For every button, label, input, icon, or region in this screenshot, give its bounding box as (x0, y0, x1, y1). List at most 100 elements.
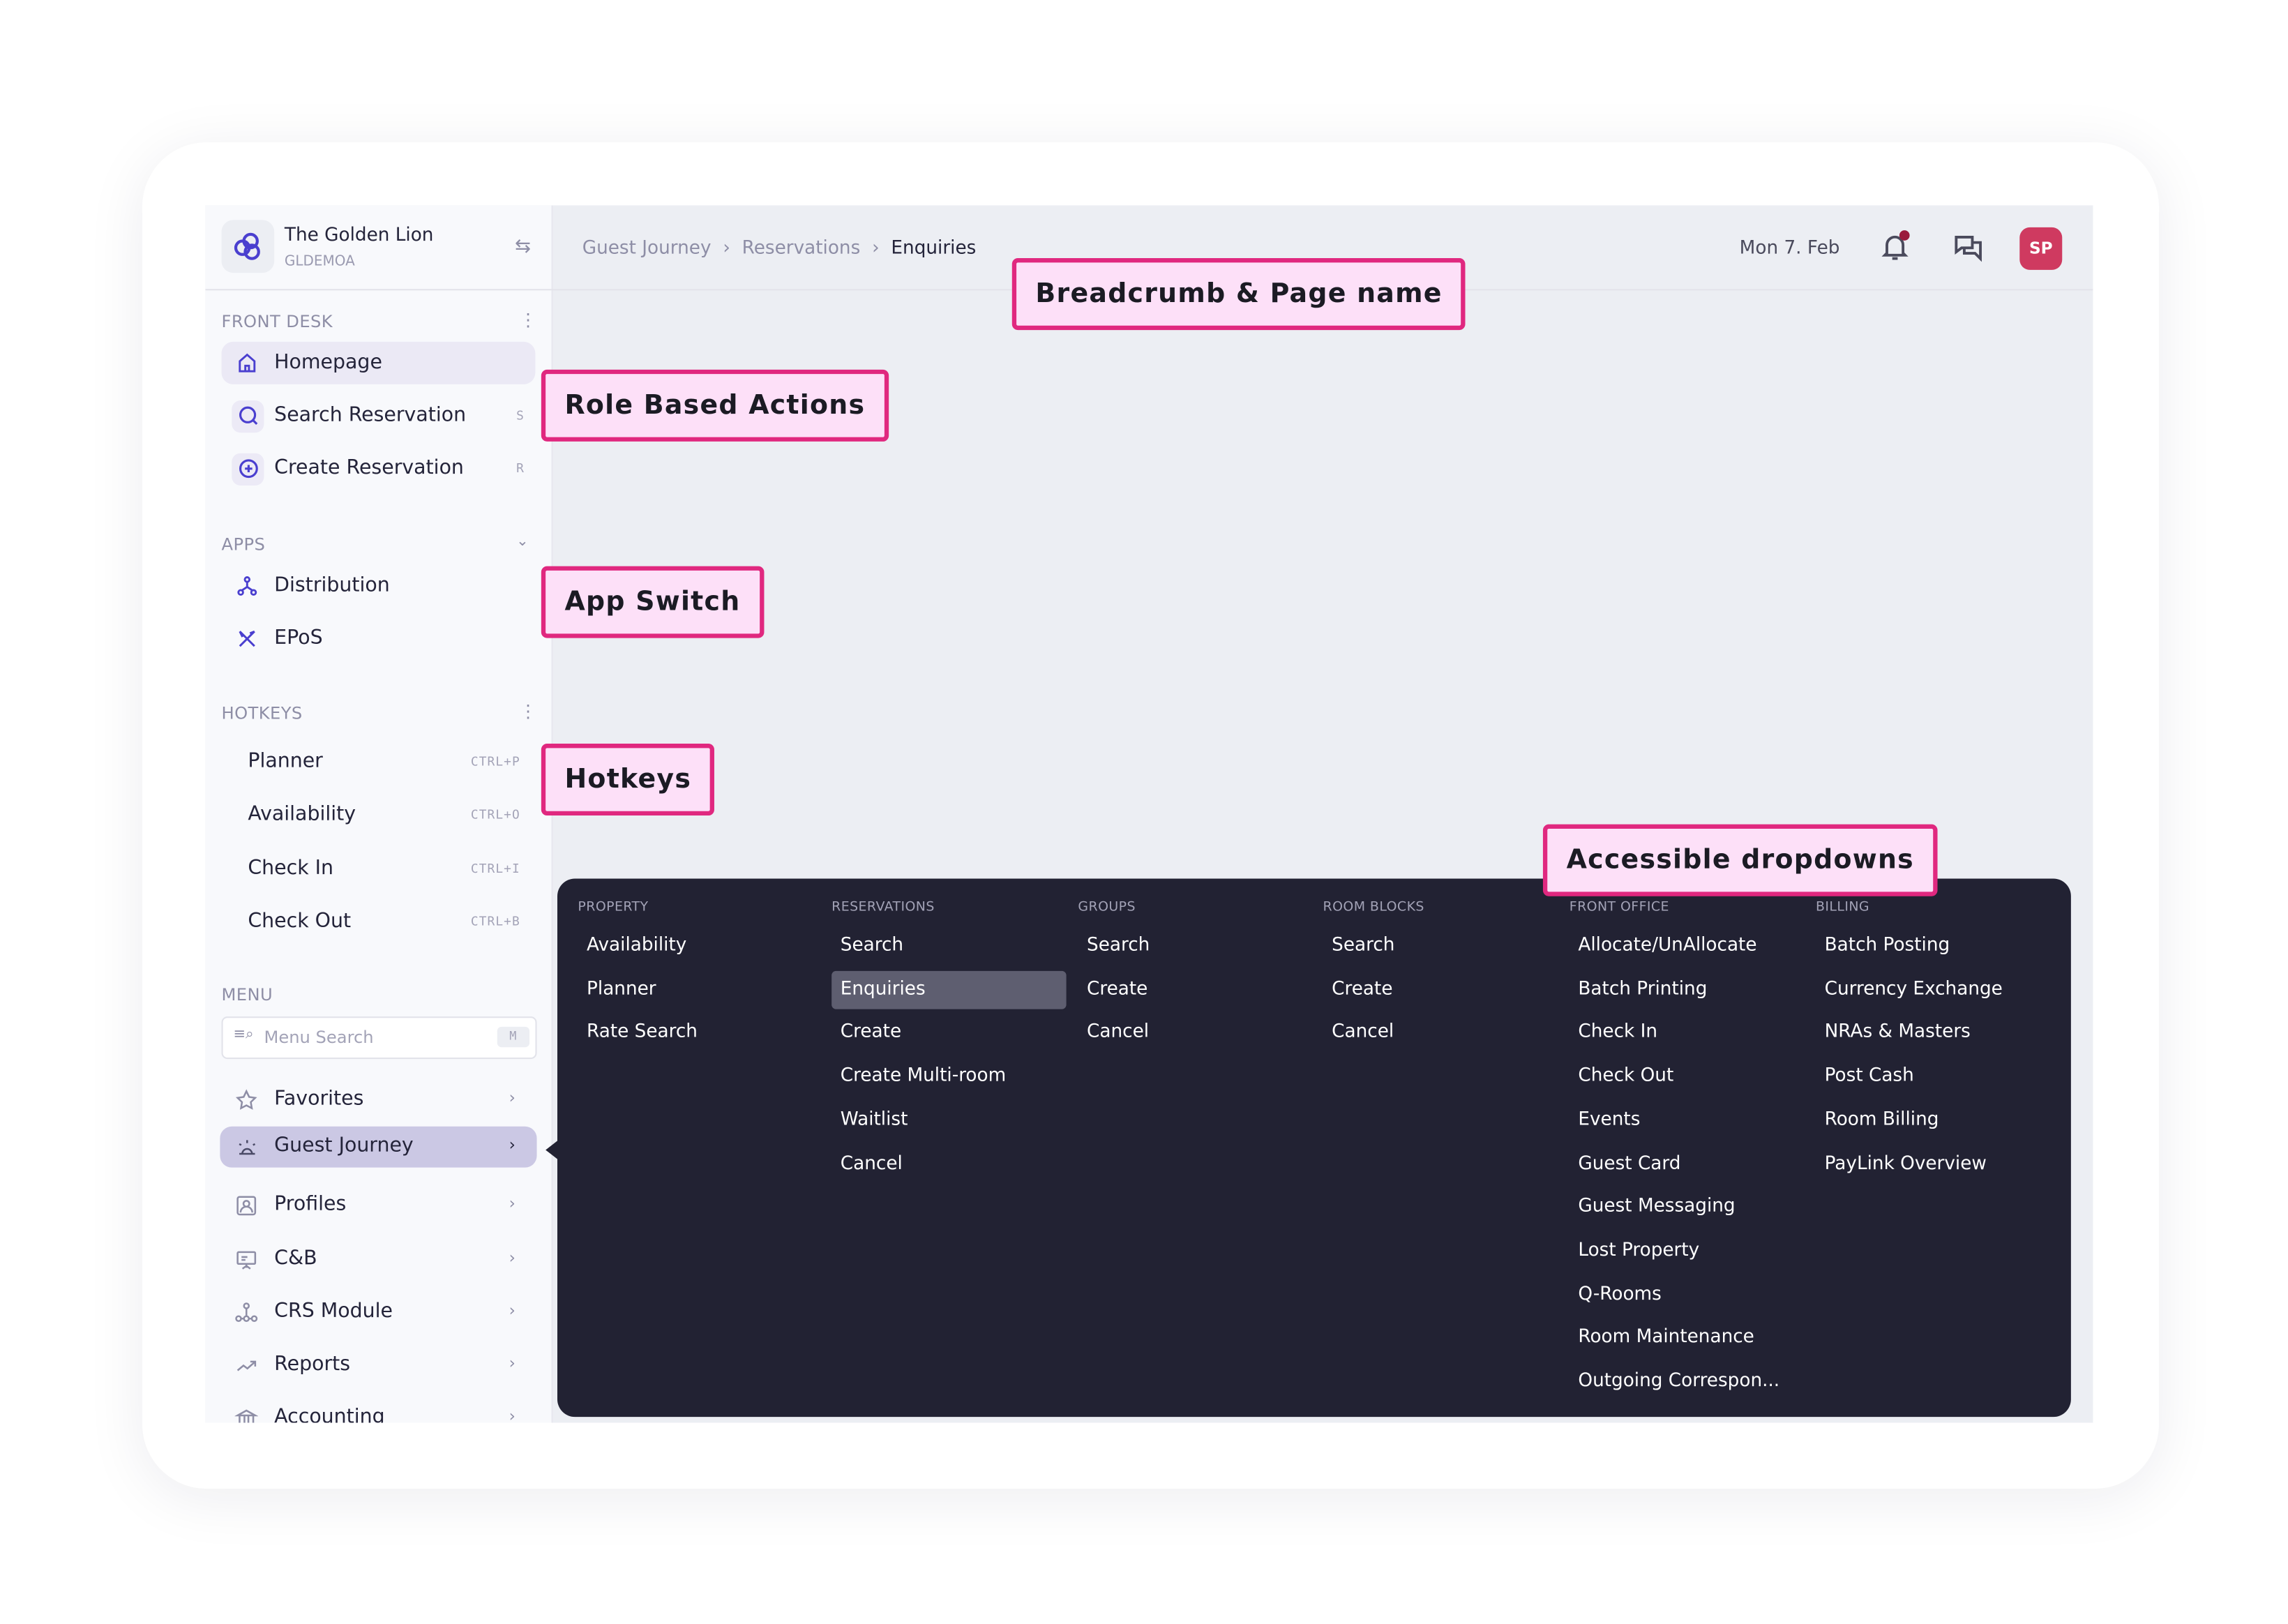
dropdown-item[interactable]: Waitlist (831, 1102, 1066, 1140)
dropdown-item[interactable]: Post Cash (1816, 1058, 2050, 1096)
chevron-right-icon: › (509, 1194, 515, 1213)
annotation-role-actions: Role Based Actions (541, 369, 889, 442)
menu-item-accounting[interactable]: Accounting › (220, 1398, 536, 1423)
dropdown-item[interactable]: Planner (578, 970, 812, 1009)
dropdown-item[interactable]: Availability (578, 927, 812, 965)
dropdown-item[interactable]: NRAs & Masters (1816, 1014, 2050, 1053)
chevron-down-icon[interactable]: ⌄ (516, 534, 529, 550)
section-title: MENU (221, 984, 273, 1005)
dropdown-item[interactable]: Room Billing (1816, 1102, 2050, 1140)
dropdown-item[interactable]: Search (831, 927, 1066, 965)
breadcrumb-separator: › (723, 236, 730, 259)
hotkey-shortcut: CTRL+B (470, 915, 520, 930)
dropdown-item-label: Outgoing Correspon... (1578, 1368, 1780, 1391)
sidebar-app-epos[interactable]: EPoS (221, 617, 535, 660)
menu-item-label: Favorites (274, 1087, 364, 1111)
dropdown-item[interactable]: Rate Search (578, 1014, 812, 1053)
sidebar-item-search-reservation[interactable]: Search Reservation S (221, 395, 535, 437)
hotkey-check-in[interactable]: Check In CTRL+I (221, 853, 535, 885)
dropdown-item-label: Check In (1578, 1020, 1658, 1042)
dropdown-item-label: Create Multi-room (840, 1063, 1007, 1086)
dropdown-item[interactable]: Check In (1570, 1014, 1804, 1053)
dropdown-item[interactable]: Currency Exchange (1816, 970, 2050, 1009)
sidebar-item-create-reservation[interactable]: Create Reservation R (221, 447, 535, 490)
sunrise-icon (232, 1132, 261, 1161)
dropdown-item[interactable]: Cancel (831, 1145, 1066, 1183)
dropdown-item-label: Batch Posting (1824, 933, 1950, 955)
dropdown-item[interactable]: Lost Property (1570, 1232, 1804, 1270)
more-options-icon[interactable]: ⋮ (519, 701, 536, 721)
dropdown-item[interactable]: Create Multi-room (831, 1058, 1066, 1096)
breadcrumb-item[interactable]: Reservations (742, 236, 861, 259)
profile-icon (232, 1191, 261, 1220)
annotation-hotkeys: Hotkeys (541, 744, 715, 816)
dropdown-item[interactable]: Batch Posting (1816, 927, 2050, 965)
menu-item-crs-module[interactable]: CRS Module › (220, 1292, 536, 1333)
menu-item-label: CRS Module (274, 1299, 393, 1323)
dropdown-item-label: Search (1087, 933, 1150, 955)
dropdown-item-label: Cancel (1087, 1020, 1150, 1042)
annotation-dropdowns: Accessible dropdowns (1542, 824, 1938, 896)
dropdown-item[interactable]: Events (1570, 1102, 1804, 1140)
dropdown-item[interactable]: Enquiries (831, 970, 1067, 1009)
dropdown-item[interactable]: Create (831, 1014, 1066, 1053)
more-options-icon[interactable]: ⋮ (519, 310, 536, 330)
star-icon (232, 1085, 261, 1115)
dropdown-item-label: Create (1332, 976, 1393, 999)
bell-icon[interactable] (1879, 230, 1911, 269)
guest-journey-dropdown: PROPERTY Availability Planner Rate Search RE… (557, 878, 2071, 1418)
avatar[interactable]: SP (2019, 227, 2063, 270)
plus-circle-icon (232, 452, 264, 485)
dropdown-item[interactable]: PayLink Overview (1816, 1145, 2050, 1183)
sidebar-item-homepage[interactable]: Homepage (221, 341, 536, 384)
dropdown-item[interactable]: Q-Rooms (1570, 1275, 1804, 1314)
breadcrumb-item[interactable]: Guest Journey (582, 236, 712, 259)
switch-property-icon[interactable]: ⇆ (515, 236, 531, 259)
dropdown-item[interactable]: Search (1323, 927, 1558, 965)
app-window: The Golden Lion GLDEMOA ⇆ FRONT DESK ⋮ Ho… (205, 205, 2093, 1423)
dropdown-column-title: GROUPS (1078, 900, 1136, 916)
hotkey-availability[interactable]: Availability CTRL+O (221, 800, 535, 832)
sidebar-app-distribution[interactable]: Distribution (221, 565, 535, 608)
dropdown-item-label: Planner (587, 976, 656, 999)
dropdown-item[interactable]: Allocate/UnAllocate (1570, 927, 1804, 965)
dropdown-item-label: Guest Card (1578, 1150, 1681, 1173)
menu-search-icon: ≡⌕ (233, 1026, 254, 1043)
dropdown-item[interactable]: Cancel (1078, 1014, 1312, 1053)
breadcrumb-separator: › (872, 236, 880, 259)
dropdown-item[interactable]: Create (1078, 970, 1312, 1009)
menu-item-c-b[interactable]: C&B › (220, 1240, 536, 1281)
dropdown-item[interactable]: Check Out (1570, 1058, 1804, 1096)
chevron-right-icon: › (509, 1406, 515, 1423)
dropdown-item-label: Availability (587, 933, 687, 955)
shortcut-hint: R (516, 462, 525, 477)
menu-item-favorites[interactable]: Favorites › (220, 1080, 536, 1121)
chat-icon[interactable] (1952, 232, 1985, 270)
dropdown-item[interactable]: Search (1078, 927, 1312, 965)
dropdown-item[interactable]: Outgoing Correspon... (1570, 1362, 1804, 1401)
dropdown-item[interactable]: Cancel (1323, 1014, 1558, 1053)
hotkey-label: Availability (248, 802, 356, 827)
dropdown-item-label: Room Billing (1824, 1107, 1939, 1129)
sidebar: The Golden Lion GLDEMOA ⇆ FRONT DESK ⋮ Ho… (205, 205, 553, 1423)
dropdown-item-label: Room Maintenance (1578, 1325, 1754, 1347)
menu-item-profiles[interactable]: Profiles › (220, 1185, 536, 1226)
dropdown-item[interactable]: Guest Messaging (1570, 1189, 1804, 1227)
hotkey-planner[interactable]: Planner CTRL+P (221, 746, 535, 779)
dropdown-item-label: PayLink Overview (1824, 1150, 1987, 1173)
dropdown-item[interactable]: Guest Card (1570, 1145, 1804, 1183)
sidebar-item-label: Homepage (274, 350, 382, 375)
dropdown-item[interactable]: Batch Printing (1570, 970, 1804, 1009)
dropdown-item[interactable]: Room Maintenance (1570, 1319, 1804, 1358)
network-icon (232, 1298, 261, 1328)
menu-item-reports[interactable]: Reports › (220, 1345, 536, 1386)
menu-search-input[interactable]: ≡⌕ Menu Search M (221, 1016, 537, 1060)
menu-item-guest-journey[interactable]: Guest Journey › (220, 1126, 537, 1168)
home-icon (232, 347, 261, 377)
property-logo (221, 220, 275, 273)
hotkey-shortcut: CTRL+O (470, 809, 520, 824)
sidebar-item-label: Create Reservation (274, 456, 464, 480)
hotkey-check-out[interactable]: Check Out CTRL+B (221, 906, 535, 938)
dropdown-item[interactable]: Create (1323, 970, 1558, 1009)
hotkey-label: Check In (248, 856, 334, 880)
